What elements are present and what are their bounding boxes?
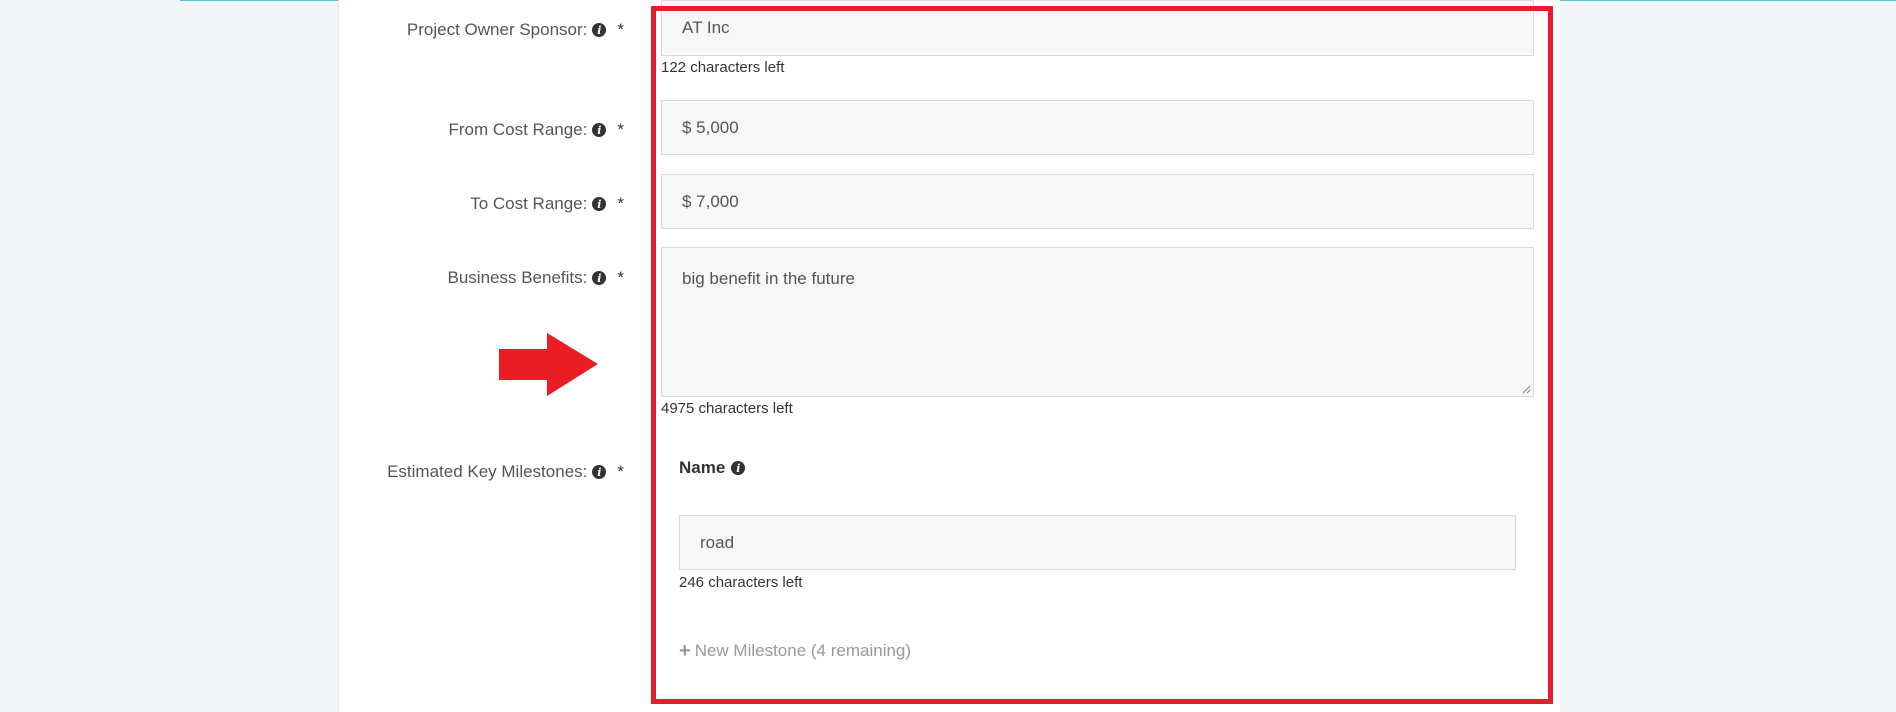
required-marker: * bbox=[617, 194, 624, 213]
milestone-name-header-text: Name bbox=[679, 458, 726, 477]
info-icon[interactable]: i bbox=[592, 123, 607, 137]
info-icon[interactable]: i bbox=[592, 23, 607, 37]
sponsor-label: Project Owner Sponsor: i * bbox=[407, 20, 624, 40]
to-cost-value: $ 7,000 bbox=[682, 191, 739, 211]
new-milestone-label: New Milestone (4 remaining) bbox=[694, 641, 912, 660]
benefits-char-count: 4975 characters left bbox=[661, 400, 793, 417]
sponsor-char-count: 122 characters left bbox=[661, 59, 785, 76]
required-marker: * bbox=[617, 268, 624, 287]
info-icon[interactable]: i bbox=[731, 461, 746, 475]
required-marker: * bbox=[617, 462, 624, 481]
resize-handle-icon[interactable] bbox=[1521, 384, 1531, 394]
arrow-right-icon bbox=[499, 333, 598, 396]
to-cost-input[interactable]: $ 7,000 bbox=[661, 174, 1534, 229]
benefits-label: Business Benefits: i * bbox=[448, 268, 624, 288]
milestone-name-value: road bbox=[700, 532, 735, 552]
sponsor-input[interactable]: AT Inc bbox=[661, 0, 1534, 56]
required-marker: * bbox=[617, 120, 624, 139]
sponsor-value: AT Inc bbox=[682, 18, 730, 37]
plus-icon: + bbox=[679, 640, 691, 662]
milestone-char-count: 246 characters left bbox=[679, 574, 803, 591]
milestones-label: Estimated Key Milestones: i * bbox=[387, 462, 624, 482]
benefits-textarea[interactable]: big benefit in the future bbox=[661, 247, 1534, 397]
sponsor-label-text: Project Owner Sponsor: bbox=[406, 20, 588, 39]
benefits-value: big benefit in the future bbox=[682, 269, 855, 288]
info-icon[interactable]: i bbox=[592, 197, 607, 211]
milestones-label-text: Estimated Key Milestones: bbox=[387, 462, 588, 481]
info-icon[interactable]: i bbox=[592, 271, 607, 285]
info-icon[interactable]: i bbox=[592, 465, 607, 479]
from-cost-input[interactable]: $ 5,000 bbox=[661, 100, 1534, 155]
from-cost-value: $ 5,000 bbox=[682, 117, 739, 137]
required-marker: * bbox=[617, 20, 624, 39]
from-cost-label-text: From Cost Range: bbox=[448, 120, 588, 139]
to-cost-label-text: To Cost Range: bbox=[470, 194, 588, 213]
to-cost-label: To Cost Range: i * bbox=[470, 194, 624, 214]
benefits-label-text: Business Benefits: bbox=[447, 268, 588, 287]
milestone-name-header: Name i bbox=[679, 458, 746, 478]
milestone-name-input[interactable]: road bbox=[679, 515, 1516, 570]
new-milestone-button[interactable]: + New Milestone (4 remaining) bbox=[679, 641, 911, 661]
from-cost-label: From Cost Range: i * bbox=[448, 120, 624, 140]
